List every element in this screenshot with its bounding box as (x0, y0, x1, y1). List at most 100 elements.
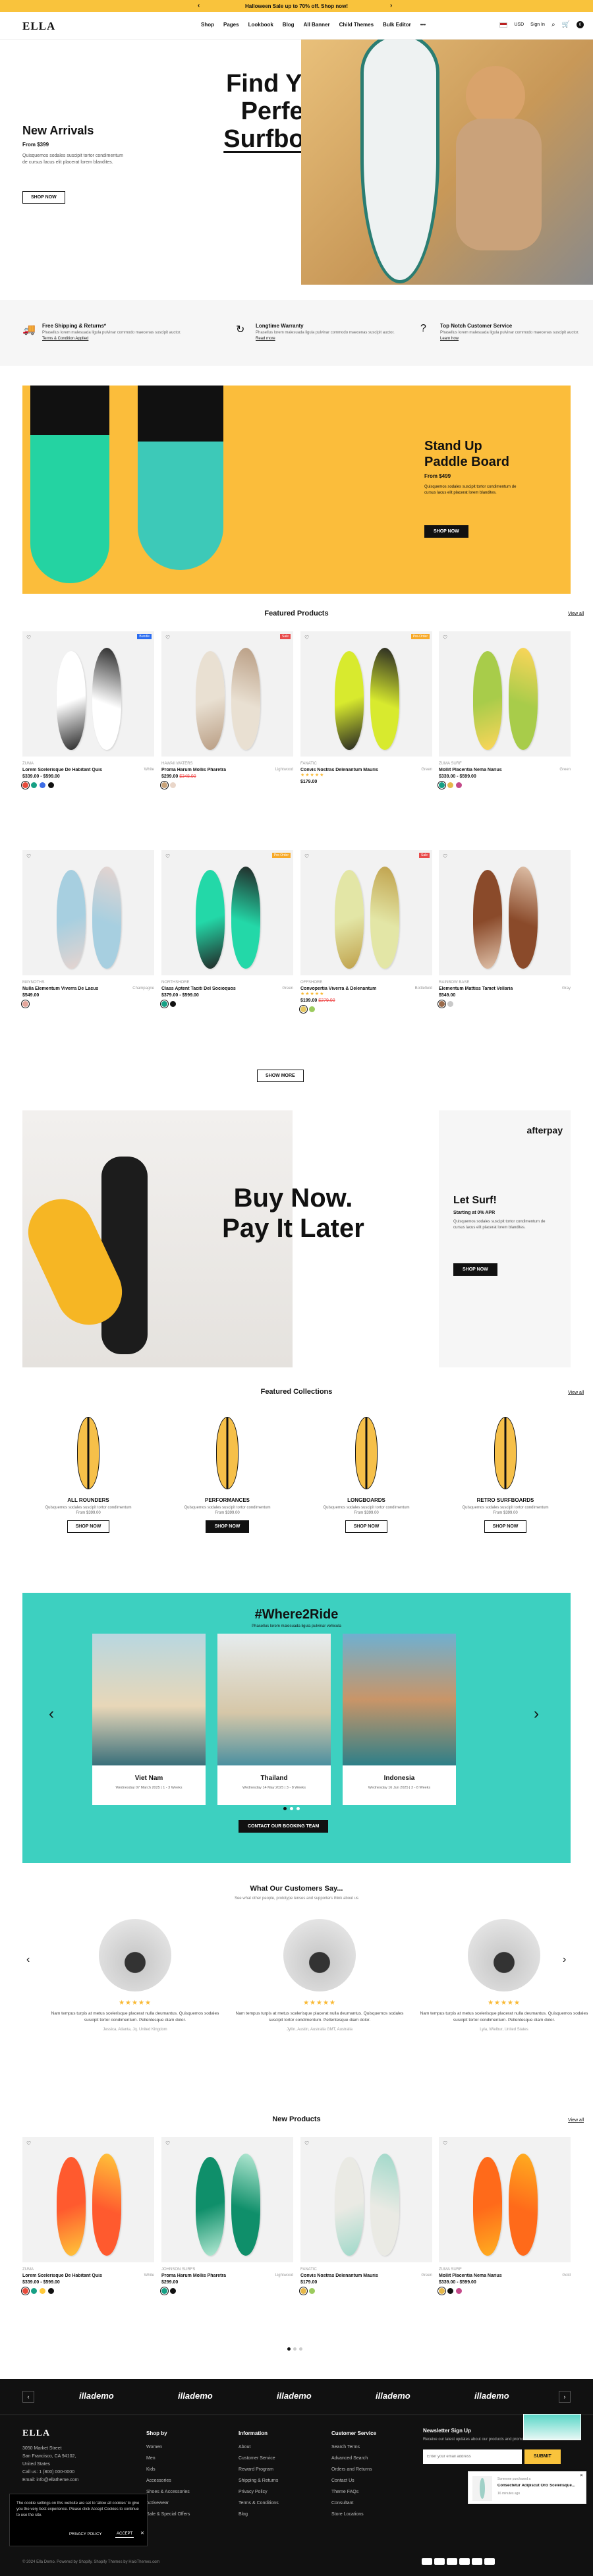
color-swatch[interactable] (309, 2288, 315, 2294)
newsletter-email-input[interactable] (423, 2449, 522, 2464)
brand-logo[interactable]: illademo (474, 2391, 509, 2401)
chevron-left-icon[interactable]: ‹ (26, 1954, 30, 1966)
collection-card[interactable]: RETRO SURFBOARDS Quisquemos sodales susci… (439, 1410, 571, 1533)
heart-icon[interactable]: ♡ (26, 2140, 31, 2146)
footer-logo[interactable]: ELLA (22, 2428, 50, 2439)
product-image[interactable]: Bundle ♡ (22, 631, 154, 757)
next-arrow-icon[interactable]: › (390, 2, 392, 9)
product-name[interactable]: Class Aptent Taciti Del Socioquos (161, 987, 236, 991)
product-name[interactable]: Proma Harum Mollis Pharetra (161, 2274, 226, 2278)
footer-link[interactable]: Accessories (146, 2475, 190, 2486)
color-swatch[interactable] (447, 2288, 453, 2294)
footer-link[interactable]: Terms & Conditions (239, 2498, 279, 2509)
color-swatch[interactable] (456, 782, 462, 788)
heart-icon[interactable]: ♡ (304, 2140, 309, 2146)
trip-card[interactable]: Indonesia Wednesday 16 Jun 2025 | 3 - 8 W… (343, 1634, 456, 1805)
footer-link[interactable]: Women (146, 2442, 190, 2453)
product-image[interactable]: ♡ (22, 850, 154, 975)
footer-link[interactable]: Privacy Policy (239, 2486, 279, 2498)
carousel-dot[interactable] (299, 2347, 302, 2351)
footer-link[interactable]: Advanced Search (331, 2453, 376, 2464)
product-name[interactable]: Elementum Mattiss Tamet Vellaria (439, 987, 513, 991)
color-swatch[interactable] (456, 2288, 462, 2294)
cart-icon[interactable]: 🛒 (562, 21, 570, 28)
color-swatch[interactable] (170, 782, 176, 788)
product-card[interactable]: ♡ JOHNSON SURFS Proma Harum Mollis Pharetr… (160, 2137, 293, 2295)
carousel-dot[interactable] (296, 1807, 300, 1810)
address-phone[interactable]: Call us: 1 (800) 000-0000 (22, 2469, 78, 2476)
footer-link[interactable]: Customer Service (239, 2453, 279, 2464)
product-image[interactable]: Sale ♡ (161, 631, 293, 757)
collection-shop-button[interactable]: SHOP NOW (67, 1520, 110, 1533)
collection-shop-button[interactable]: SHOP NOW (205, 1520, 250, 1533)
nav-pages[interactable]: Pages (223, 22, 239, 28)
trip-name[interactable]: Thailand (217, 1775, 331, 1782)
product-card[interactable]: Pre-Order ♡ FANATIC Convis Nostras Delenant… (300, 631, 432, 787)
color-swatch[interactable] (160, 1000, 169, 1008)
contact-booking-button[interactable]: CONTACT OUR BOOKING TEAM (239, 1820, 329, 1833)
product-name[interactable]: Lorem Scelerisque De Habitant Quis (22, 768, 102, 772)
color-swatch[interactable] (21, 2287, 30, 2295)
carousel-dot[interactable] (287, 2347, 291, 2351)
color-swatch[interactable] (40, 2288, 45, 2294)
color-swatch[interactable] (447, 782, 453, 788)
collection-card[interactable]: LONGBOARDS Quisquemos sodales suscipit to… (300, 1410, 432, 1533)
heart-icon[interactable]: ♡ (443, 635, 447, 641)
prev-arrow-icon[interactable]: ‹ (198, 2, 200, 9)
color-swatch[interactable] (299, 1005, 308, 1014)
color-swatch[interactable] (31, 2288, 37, 2294)
carousel-dot[interactable] (290, 1807, 293, 1810)
footer-link[interactable]: Kids (146, 2464, 190, 2475)
heart-icon[interactable]: ♡ (443, 2140, 447, 2146)
product-name[interactable]: Convis Nostras Delenantum Mauris (300, 768, 378, 772)
nav-lookbook[interactable]: Lookbook (248, 22, 273, 28)
close-icon[interactable]: ✕ (580, 2473, 583, 2478)
carousel-dots[interactable] (287, 2347, 302, 2351)
nav-child-themes[interactable]: Child Themes (339, 22, 374, 28)
trip-card[interactable]: Thailand Wednesday 14 May 2025 | 3 - 8 We… (217, 1634, 331, 1805)
product-card[interactable]: ♡ FANATIC Convis Nostras Delenantum Mauris… (299, 2137, 432, 2295)
collection-shop-button[interactable]: SHOP NOW (484, 1520, 527, 1533)
heart-icon[interactable]: ♡ (26, 853, 31, 859)
collection-name[interactable]: LONGBOARDS (300, 1497, 432, 1503)
toast-product-name[interactable]: Consectetur Adipiscut Orci Scelerisque..… (497, 2484, 582, 2488)
trip-name[interactable]: Viet Nam (92, 1775, 206, 1782)
carousel-dots[interactable] (283, 1807, 300, 1810)
hero-shop-now-button[interactable]: SHOP NOW (22, 191, 65, 204)
color-swatch[interactable] (170, 2288, 176, 2294)
product-name[interactable]: Mollit Placentia Nema Narius (439, 2274, 502, 2278)
product-name[interactable]: Convopertia Viverra & Delenantum (300, 987, 376, 991)
brand-logo[interactable]: illademo (178, 2391, 213, 2401)
product-name[interactable]: Convis Nostras Delenantum Mauris (300, 2274, 378, 2278)
sup-shop-now-button[interactable]: SHOP NOW (424, 525, 468, 538)
close-icon[interactable]: ✕ (140, 2531, 144, 2536)
footer-link[interactable]: Men (146, 2453, 190, 2464)
heart-icon[interactable]: ♡ (165, 2140, 170, 2146)
collection-card[interactable]: ALL ROUNDERS Quisquemos sodales suscipit … (22, 1410, 154, 1533)
footer-link[interactable]: Store Locations (331, 2509, 376, 2520)
cookie-accept-button[interactable]: ACCEPT (115, 2531, 134, 2538)
color-swatch[interactable] (21, 1000, 30, 1008)
color-swatch[interactable] (438, 2287, 446, 2295)
color-swatch[interactable] (21, 781, 30, 789)
color-swatch[interactable] (31, 782, 37, 788)
nav-bulk-editor[interactable]: Bulk Editor (383, 22, 411, 28)
collection-name[interactable]: ALL ROUNDERS (22, 1497, 154, 1503)
product-card[interactable]: ♡ RAINBOW BASE Elementum Mattiss Tamet Vel… (438, 850, 571, 1008)
brand-logo[interactable]: illademo (79, 2391, 114, 2401)
brand-logo[interactable]: illademo (277, 2391, 312, 2401)
collections-view-all[interactable]: View all (568, 1390, 584, 1395)
nav-blog[interactable]: Blog (283, 22, 295, 28)
product-image[interactable]: Pre-Order ♡ (300, 631, 432, 757)
footer-link[interactable]: Shipping & Returns (239, 2475, 279, 2486)
carousel-dot[interactable] (293, 2347, 296, 2351)
color-swatch[interactable] (48, 2288, 54, 2294)
collection-name[interactable]: PERFORMANCES (161, 1497, 293, 1503)
color-swatch[interactable] (299, 2287, 308, 2295)
service-link[interactable]: Learn how (440, 337, 585, 341)
footer-link[interactable]: Theme FAQs (331, 2486, 376, 2498)
product-name[interactable]: Proma Harum Mollis Pharetra (161, 768, 226, 772)
floating-promo-banner[interactable] (523, 2414, 581, 2440)
cookie-policy-link[interactable]: PRIVACY POLICY (69, 2533, 101, 2536)
footer-link[interactable]: Reward Program (239, 2464, 279, 2475)
